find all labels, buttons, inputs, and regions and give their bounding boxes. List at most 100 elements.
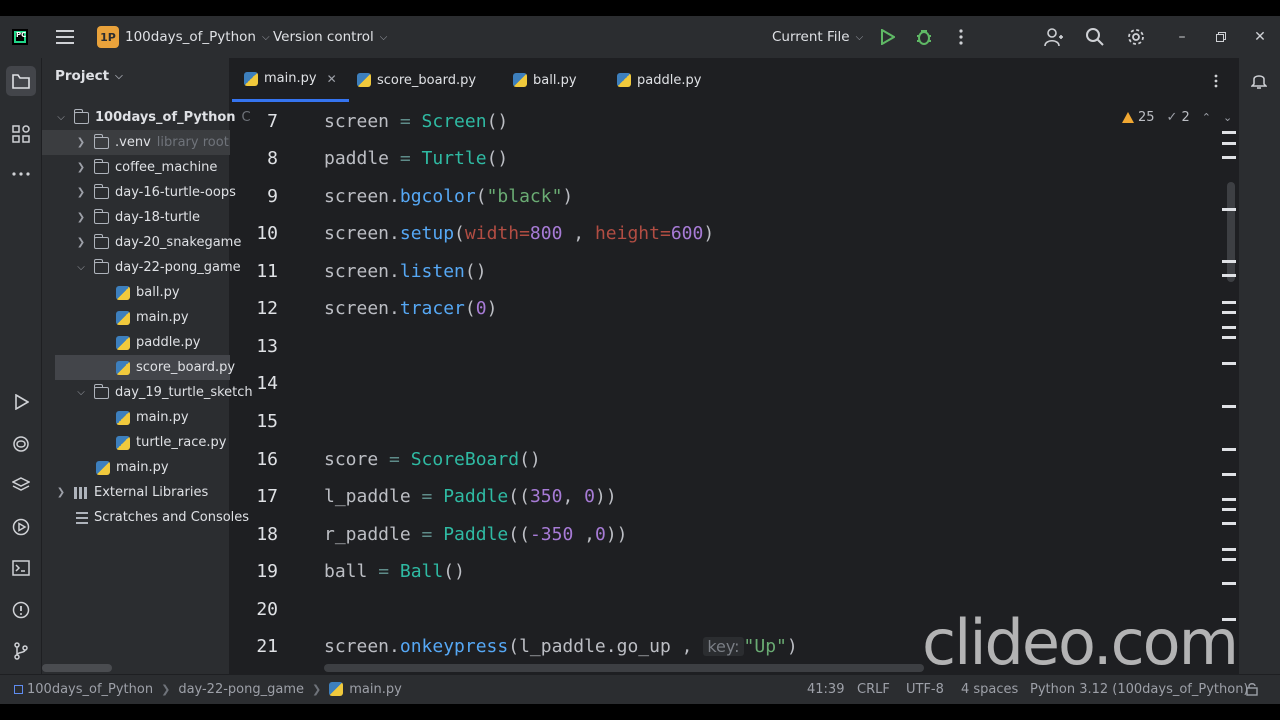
error-stripe-mark[interactable] [1222, 326, 1236, 329]
tree-item-score-board-py[interactable]: score_board.py [55, 355, 235, 380]
run-config-selector[interactable]: Current File ⌵ [772, 16, 863, 58]
error-stripe-mark[interactable] [1222, 498, 1236, 501]
notifications-button[interactable] [1247, 68, 1271, 92]
breadcrumb-item[interactable]: main.py [349, 682, 402, 697]
error-stripe-mark[interactable] [1222, 274, 1236, 277]
error-stripe-mark[interactable] [1222, 448, 1236, 451]
tree-item-day16[interactable]: ❯ day-16-turtle-oops [42, 180, 236, 205]
tree-item-external-libraries[interactable]: ❯ External Libraries [42, 480, 230, 505]
error-stripe-mark[interactable] [1222, 582, 1236, 585]
error-stripe-mark[interactable] [1222, 548, 1236, 551]
error-stripe-mark[interactable] [1222, 508, 1236, 511]
error-stripe-mark[interactable] [1222, 558, 1236, 561]
tab-paddle-py[interactable]: paddle.py [617, 58, 701, 102]
code-line-18[interactable]: r_paddle = Paddle((-350 ,0)) [324, 524, 628, 545]
readonly-toggle[interactable] [1243, 680, 1261, 698]
problems-tool-button[interactable] [8, 597, 34, 623]
minimize-button[interactable]: – [1172, 26, 1192, 48]
code-line-21[interactable]: screen.onkeypress(l_paddle.go_up , key: "… [324, 636, 798, 657]
code-line-8[interactable]: paddle = Turtle() [324, 148, 508, 169]
tab-main-py[interactable]: main.py ✕ [232, 58, 349, 102]
error-stripe-mark[interactable] [1222, 131, 1236, 134]
tree-item-main-py[interactable]: main.py [42, 305, 230, 330]
project-panel-title[interactable]: Project ⌵ [55, 68, 123, 84]
more-actions-button[interactable] [950, 26, 972, 48]
error-stripe-mark[interactable] [1222, 311, 1236, 314]
services-tool-button[interactable] [8, 514, 34, 540]
project-tool-button[interactable] [6, 66, 36, 96]
tab-actions-button[interactable] [1206, 70, 1226, 92]
chevron-up-icon[interactable]: ⌃ [1202, 111, 1211, 124]
more-tools-button[interactable] [8, 161, 34, 187]
tree-item-scratches[interactable]: Scratches and Consoles [42, 505, 249, 530]
terminal-tool-button[interactable] [8, 555, 34, 581]
error-stripe-mark[interactable] [1222, 473, 1236, 476]
chevron-down-icon[interactable]: ⌄ [1223, 111, 1232, 124]
tree-item-venv[interactable]: ❯ .venv library root [42, 130, 230, 155]
tree-item-ball-py[interactable]: ball.py [42, 280, 230, 305]
close-icon[interactable]: ✕ [327, 72, 337, 86]
editor-vertical-scrollbar[interactable] [1227, 182, 1235, 282]
error-stripe-mark[interactable] [1222, 156, 1236, 159]
error-stripe-mark[interactable] [1222, 142, 1236, 145]
tab-ball-py[interactable]: ball.py [513, 58, 577, 102]
line-separator[interactable]: CRLF [857, 680, 890, 698]
settings-button[interactable] [1124, 25, 1148, 49]
indent-setting[interactable]: 4 spaces [961, 680, 1018, 698]
code-line-17[interactable]: l_paddle = Paddle((350, 0)) [324, 486, 617, 507]
tree-item-root-main-py[interactable]: main.py [42, 455, 230, 480]
python-packages-button[interactable] [8, 431, 34, 457]
error-stripe-mark[interactable] [1222, 405, 1236, 408]
code-line-19[interactable]: ball = Ball() [324, 561, 465, 582]
editor-horizontal-scrollbar[interactable] [324, 664, 924, 672]
breadcrumb-item[interactable]: 100days_of_Python [27, 682, 153, 697]
error-stripe-mark[interactable] [1222, 362, 1236, 365]
breadcrumb-item[interactable]: day-22-pong_game [178, 682, 304, 697]
project-horizontal-scrollbar[interactable] [42, 664, 112, 672]
tree-item-day22[interactable]: ⌵ day-22-pong_game [42, 255, 241, 280]
restore-button[interactable] [1211, 26, 1231, 48]
tree-item-day19[interactable]: ⌵ day_19_turtle_sketch [42, 380, 253, 405]
git-tool-button[interactable] [8, 638, 34, 664]
structure-icon [12, 125, 30, 143]
code-with-me-button[interactable] [1042, 25, 1066, 49]
tree-item-turtle-race-py[interactable]: turtle_race.py [42, 430, 230, 455]
tree-item-day18[interactable]: ❯ day-18-turtle [42, 205, 230, 230]
code-token: r_paddle [324, 524, 411, 545]
close-window-button[interactable]: ✕ [1250, 26, 1270, 48]
main-menu-button[interactable] [56, 16, 74, 58]
tab-score-board-py[interactable]: score_board.py [357, 58, 476, 102]
search-button[interactable] [1083, 25, 1107, 49]
layers-tool-button[interactable] [8, 472, 34, 498]
structure-tool-button[interactable] [8, 121, 34, 147]
python-interpreter[interactable]: Python 3.12 (100days_of_Python) [1030, 680, 1249, 698]
code-line-16[interactable]: score = ScoreBoard() [324, 449, 541, 470]
code-line-7[interactable]: screen = Screen() [324, 111, 508, 132]
folder-icon [93, 258, 109, 274]
error-stripe-mark[interactable] [1222, 336, 1236, 339]
cursor-position[interactable]: 41:39 [807, 680, 844, 698]
error-stripe-mark[interactable] [1222, 260, 1236, 263]
error-stripe-mark[interactable] [1222, 522, 1236, 525]
code-line-12[interactable]: screen.tracer(0) [324, 298, 497, 319]
inspection-widget[interactable]: 25 ✓ 2 ⌃ ⌄ [1122, 108, 1232, 126]
problems-icon [12, 601, 30, 619]
file-encoding[interactable]: UTF-8 [906, 680, 944, 698]
status-breadcrumb[interactable]: 100days_of_Python ❯ day-22-pong_game ❯ m… [14, 680, 402, 698]
debug-button[interactable] [913, 26, 935, 48]
error-stripe-mark[interactable] [1222, 301, 1236, 304]
code-line-11[interactable]: screen.listen() [324, 261, 487, 282]
run-tool-button[interactable] [8, 389, 34, 415]
tree-item-day19-main-py[interactable]: main.py [42, 405, 230, 430]
tree-item-paddle-py[interactable]: paddle.py [42, 330, 230, 355]
run-button[interactable] [876, 26, 898, 48]
code-line-10[interactable]: screen.setup(width=800 , height=600) [324, 223, 714, 244]
vcs-menu[interactable]: Version control ⌵ [273, 16, 387, 58]
error-stripe-mark[interactable] [1222, 208, 1236, 211]
project-switcher[interactable]: 1P 100days_of_Python ⌵ [97, 16, 270, 58]
python-file-icon [116, 360, 130, 375]
tree-item-root[interactable]: ⌵ 100days_of_Python C [42, 105, 251, 130]
tree-item-day20[interactable]: ❯ day-20_snakegame [42, 230, 241, 255]
code-line-9[interactable]: screen.bgcolor("black") [324, 186, 573, 207]
tree-item-coffee-machine[interactable]: ❯ coffee_machine [42, 155, 230, 180]
